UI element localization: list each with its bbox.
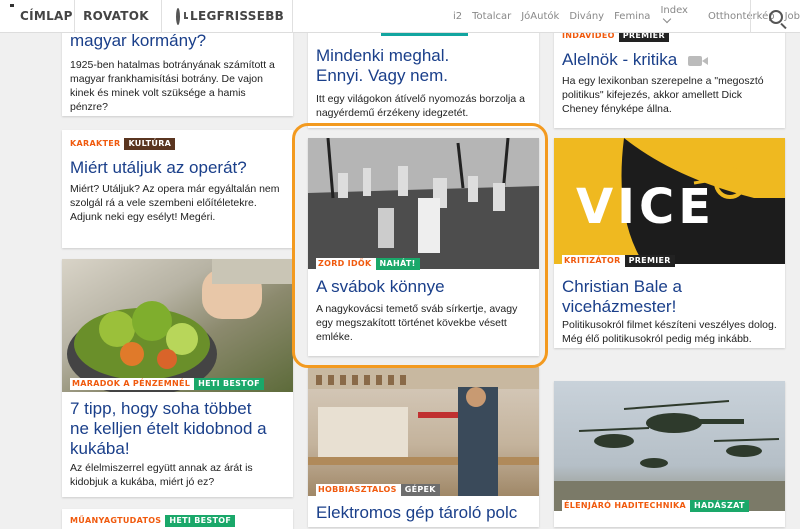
article-card[interactable]: MARADOK A PÉNZEMNÉL HETI BESTOF 7 tipp, … [62, 259, 293, 497]
workshop-photo[interactable] [308, 367, 539, 496]
article-tags: MARADOK A PÉNZEMNÉL HETI BESTOF [70, 378, 264, 390]
tag-label[interactable]: HADÁSZAT [690, 500, 749, 512]
article-tags: MŰANYAGTUDATOS HETI BESTOF [70, 515, 236, 527]
site-link[interactable]: i2 [453, 11, 462, 22]
article-card[interactable]: ÉLENJÁRÓ HADITECHNIKA HADÁSZAT [554, 381, 785, 527]
article-card[interactable]: MŰANYAGTUDATOS HETI BESTOF [62, 509, 293, 529]
article-card[interactable]: KARAKTER KULTÚRA Miért utáljuk az operát… [62, 130, 293, 248]
site-link[interactable]: JóAutók [521, 11, 559, 22]
tag-label[interactable]: MARADOK A PÉNZEMNÉL [70, 378, 195, 390]
article-title[interactable]: Mindenki meghal. Ennyi. Vagy nem. [316, 46, 486, 86]
article-card[interactable]: HOBBIASZTALOS GÉPEK Elektromos gép tárol… [308, 367, 539, 527]
article-title[interactable]: Alelnök - kritika [562, 50, 677, 69]
clock-icon [176, 7, 188, 25]
salad-photo[interactable] [62, 259, 293, 392]
nav-home-label: CÍMLAP [20, 9, 73, 23]
site-link[interactable]: Divány [569, 11, 604, 22]
site-link[interactable]: Femina [614, 11, 650, 22]
article-title[interactable]: 7 tipp, hogy soha többet ne kelljen étel… [70, 399, 270, 459]
article-card[interactable]: INDAVIDEO PREMIER Alelnök - kritika Ha e… [554, 20, 785, 128]
article-title[interactable]: Miért utáljuk az operát? [70, 158, 285, 178]
article-lead: Itt egy világokon átívelő nyomozás borzo… [316, 93, 525, 119]
orange-highlight-circle [292, 123, 548, 368]
article-lead: Politikusokról filmet készíteni veszélye… [562, 319, 777, 345]
tag-label[interactable]: HETI BESTOF [194, 378, 264, 390]
nav-latest-button[interactable]: LEGFRISSEBB [162, 0, 293, 33]
tag-label[interactable]: GÉPEK [400, 484, 440, 496]
tag-label[interactable]: HETI BESTOF [165, 515, 236, 527]
article-lead: Az élelmiszerrel együtt annak az árát is… [70, 462, 253, 488]
tag-label[interactable]: HOBBIASZTALOS [316, 484, 401, 496]
tag-label[interactable]: KULTÚRA [124, 138, 176, 150]
site-link-dropdown[interactable]: Index [660, 5, 698, 27]
nav-home-link[interactable]: CÍMLAP [0, 0, 75, 33]
article-title[interactable]: magyar kormány? [70, 31, 285, 51]
chevron-down-icon [663, 14, 672, 24]
article-card[interactable]: magyar kormány? 1925-ben hatalmas botrán… [62, 20, 293, 116]
tag-label[interactable]: MŰANYAGTUDATOS [70, 515, 165, 527]
vice-poster-image[interactable]: VICE [554, 138, 785, 264]
article-card[interactable]: KULTÚRPARA ESZMEFUTTATÁS Mindenki meghal… [308, 20, 539, 128]
nav-latest-label: LEGFRISSEBB [190, 9, 285, 23]
site-links: i2 Totalcar JóAutók Divány Femina Index … [453, 5, 800, 27]
top-navigation: CÍMLAP ROVATOK LEGFRISSEBB i2 Totalcar J… [0, 0, 800, 33]
article-lead: Miért? Utáljuk? Az opera már egyáltalán … [70, 183, 280, 223]
video-icon [688, 55, 709, 66]
article-tags: KRITIZÁTOR PREMIER [562, 255, 675, 267]
article-tags: HOBBIASZTALOS GÉPEK [316, 484, 440, 496]
helicopter-photo[interactable] [554, 381, 785, 511]
nav-sections-button[interactable]: ROVATOK [75, 0, 162, 33]
tag-label[interactable]: ÉLENJÁRÓ HADITECHNIKA [562, 500, 690, 512]
vice-poster-text: VICE [576, 179, 716, 235]
article-lead: Ha egy lexikonban szerepelne a "megosztó… [562, 75, 764, 115]
article-card[interactable]: VICE KRITIZÁTOR PREMIER Christian Bale a… [554, 138, 785, 348]
article-lead: 1925-ben hatalmas botrányának számított … [70, 59, 275, 113]
tag-label[interactable]: KARAKTER [70, 138, 124, 150]
article-tags: ÉLENJÁRÓ HADITECHNIKA HADÁSZAT [562, 500, 749, 512]
search-button[interactable] [750, 0, 800, 33]
search-icon [768, 9, 783, 24]
site-link[interactable]: Totalcar [472, 11, 511, 22]
tag-label[interactable]: KRITIZÁTOR [562, 255, 625, 267]
article-title-row: Alelnök - kritika [562, 50, 777, 70]
article-title[interactable]: Elektromos gép tároló polc [316, 503, 531, 523]
article-title[interactable]: Christian Bale a viceházmester! [562, 277, 722, 317]
article-tags: KARAKTER KULTÚRA [70, 138, 176, 150]
nav-sections-label: ROVATOK [83, 9, 149, 23]
tag-label[interactable]: PREMIER [624, 255, 675, 267]
